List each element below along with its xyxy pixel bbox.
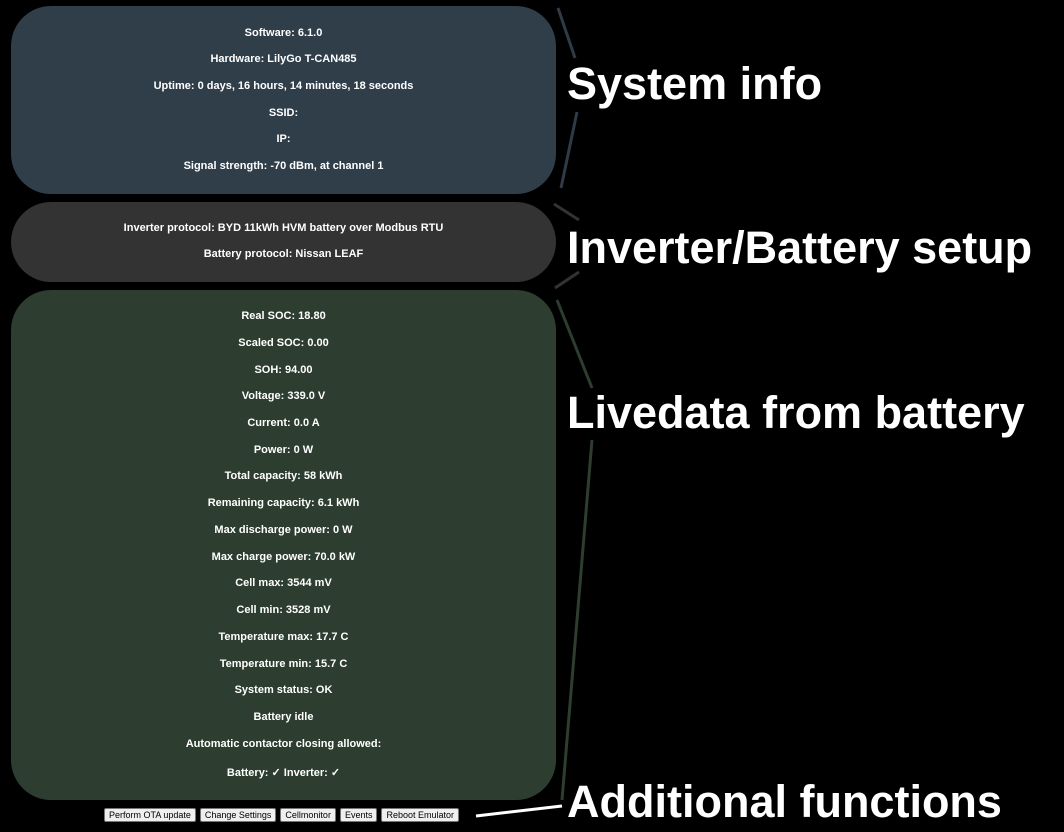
setup-callout: Inverter/Battery setup [567, 222, 1033, 273]
setup-bracket-upper [553, 202, 580, 222]
system-info-bracket-lower [559, 111, 579, 189]
additional-functions-pointer [475, 804, 563, 818]
livedata-callout: Livedata from battery [567, 387, 1025, 438]
livedata-bracket-upper [555, 299, 594, 389]
system-info-callout: System info [567, 58, 823, 109]
livedata-bracket-lower [560, 439, 594, 801]
additional-functions-callout: Additional functions [567, 776, 1002, 827]
system-info-bracket [556, 7, 577, 59]
setup-bracket-lower [554, 270, 580, 290]
